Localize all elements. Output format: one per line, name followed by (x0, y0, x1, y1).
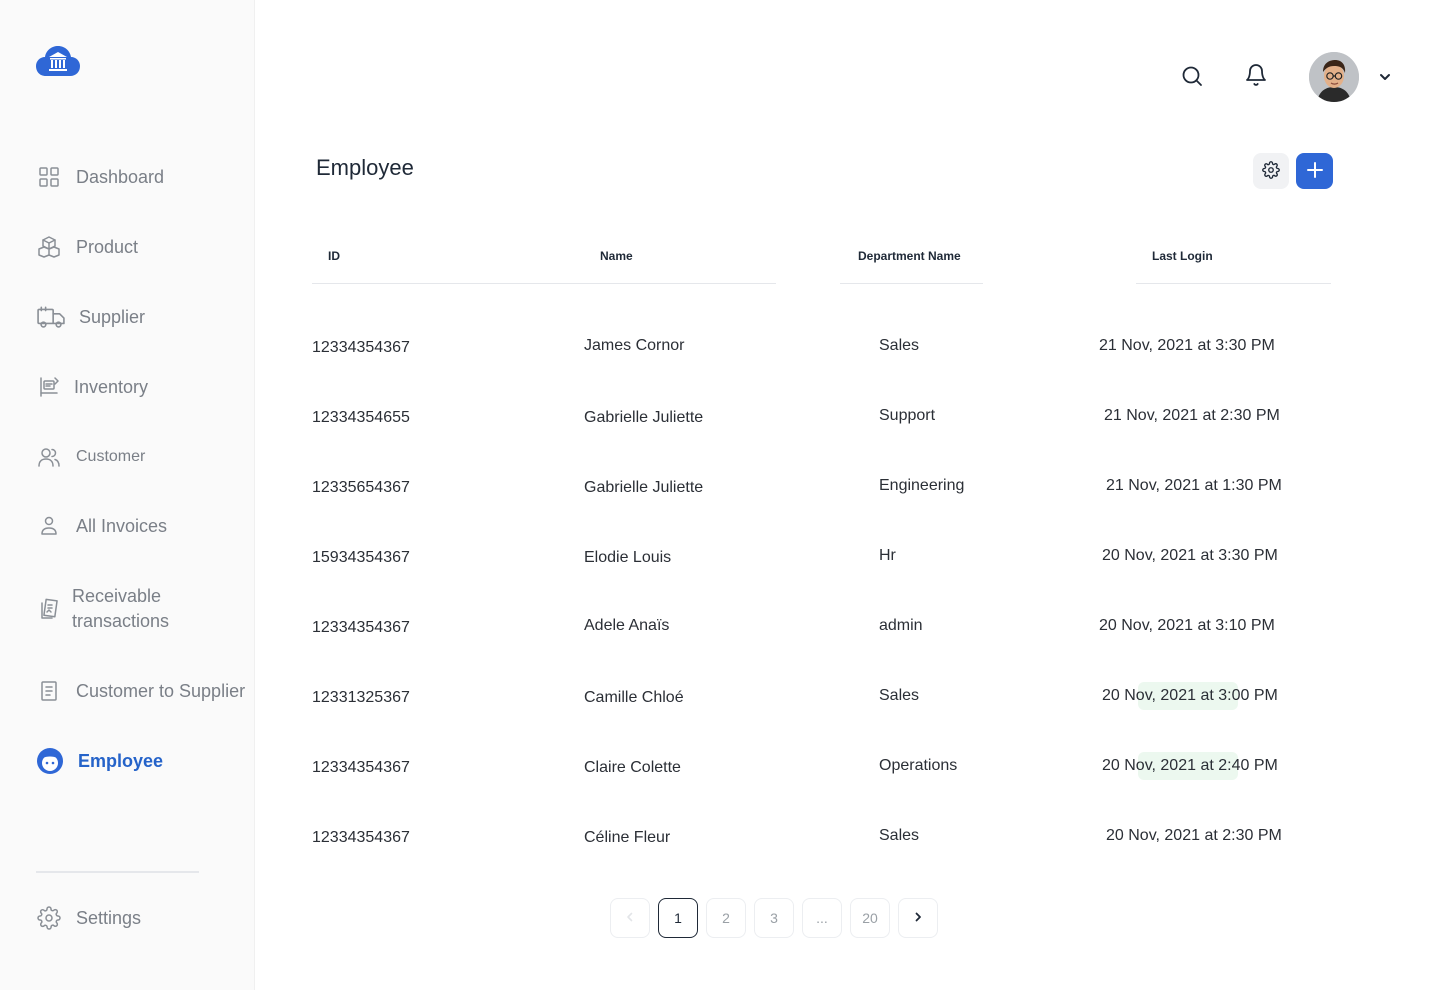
chevron-left-icon (624, 910, 636, 926)
pagination-page-1[interactable]: 1 (658, 898, 698, 938)
search-icon[interactable] (1180, 64, 1206, 90)
inventory-icon (36, 374, 62, 400)
table-settings-button[interactable] (1253, 153, 1289, 189)
sidebar-item-inventory[interactable]: Inventory (36, 374, 148, 400)
cell-department: Engineering (879, 477, 965, 494)
cell-id: 15934354367 (312, 549, 410, 566)
sidebar: Dashboard Product Supplier Inventory Cus… (0, 0, 255, 990)
sidebar-item-employee[interactable]: Employee (36, 748, 163, 774)
cell-last-login: 20 Nov, 2021 at 2:30 PM (1106, 827, 1282, 844)
cell-name: Camille Chloé (584, 689, 684, 706)
cell-id: 12335654367 (312, 479, 410, 496)
sidebar-item-label: Settings (76, 907, 142, 928)
sidebar-item-label: Product (76, 236, 139, 257)
cell-name: Elodie Louis (584, 549, 672, 566)
bank-cloud-logo[interactable] (36, 44, 80, 80)
sidebar-item-supplier[interactable]: Supplier (36, 304, 145, 330)
pagination-ellipsis: ... (802, 898, 842, 938)
sidebar-item-receivable-transactions[interactable]: Receivable transactions (36, 584, 169, 634)
cell-last-login: 20 Nov, 2021 at 3:10 PM (1099, 617, 1275, 634)
sidebar-item-label: Inventory (74, 376, 149, 397)
cell-name: Gabrielle Juliette (584, 479, 704, 496)
cell-name: Céline Fleur (584, 829, 671, 846)
cell-department: Hr (879, 547, 896, 564)
sidebar-item-customer[interactable]: Customer (36, 444, 145, 470)
cell-id: 12331325367 (312, 689, 410, 706)
sidebar-item-label: Customer (76, 448, 146, 465)
pagination-page-3[interactable]: 3 (754, 898, 794, 938)
cell-department: admin (879, 617, 923, 634)
cell-last-login: 20 Nov, 2021 at 3:30 PM (1102, 547, 1278, 564)
receipt-icon (36, 596, 62, 622)
cell-name: Gabrielle Juliette (584, 409, 704, 426)
document-icon (36, 678, 62, 704)
sidebar-divider (36, 871, 199, 873)
cell-department: Sales (879, 687, 920, 704)
sidebar-item-customer-to-supplier[interactable]: Customer to Supplier (36, 678, 245, 704)
sidebar-item-label-line1: Receivable (72, 586, 162, 606)
sidebar-item-label-line2: transactions (72, 611, 170, 631)
column-header-department[interactable]: Department Name (858, 249, 961, 263)
cell-name: James Cornor (584, 337, 685, 354)
plus-icon (1306, 161, 1324, 182)
users-icon (36, 444, 62, 470)
page-title: Employee (316, 155, 414, 180)
boxes-icon (36, 234, 62, 260)
chevron-down-icon[interactable] (1378, 70, 1392, 84)
pagination-next-button[interactable] (898, 898, 938, 938)
header-divider (312, 283, 776, 284)
sidebar-item-label: Supplier (79, 306, 146, 327)
bell-icon[interactable] (1244, 63, 1270, 89)
cell-last-login: 21 Nov, 2021 at 3:30 PM (1099, 337, 1275, 354)
cell-id: 12334354367 (312, 619, 410, 636)
sidebar-item-label: Dashboard (76, 166, 165, 187)
sidebar-item-label: Customer to Supplier (76, 680, 246, 701)
cell-id: 12334354655 (312, 409, 410, 426)
cell-last-login: 20 Nov, 2021 at 2:40 PM (1102, 757, 1278, 774)
chevron-right-icon (912, 910, 924, 926)
gear-icon (1262, 160, 1280, 182)
user-icon (36, 513, 62, 539)
cell-last-login: 20 Nov, 2021 at 3:00 PM (1102, 687, 1278, 704)
cell-department: Sales (879, 827, 920, 844)
sidebar-item-dashboard[interactable]: Dashboard (36, 164, 164, 190)
pagination-page-20[interactable]: 20 (850, 898, 890, 938)
cell-name: Adele Anaïs (584, 617, 670, 634)
cell-id: 12334354367 (312, 339, 410, 356)
pagination-prev-button[interactable] (610, 898, 650, 938)
cell-last-login: 21 Nov, 2021 at 2:30 PM (1104, 407, 1280, 424)
gear-icon (36, 905, 62, 931)
header-divider (840, 283, 983, 284)
sidebar-item-label: All Invoices (76, 515, 168, 536)
cell-last-login: 21 Nov, 2021 at 1:30 PM (1106, 477, 1282, 494)
avatar[interactable] (1309, 52, 1359, 102)
column-header-id[interactable]: ID (328, 249, 340, 263)
cell-department: Support (879, 407, 936, 424)
column-header-name[interactable]: Name (600, 249, 633, 263)
sidebar-item-settings[interactable]: Settings (36, 905, 141, 931)
pagination-page-2[interactable]: 2 (706, 898, 746, 938)
employee-icon (36, 748, 64, 774)
truck-icon (36, 304, 65, 330)
cell-id: 12334354367 (312, 759, 410, 776)
add-employee-button[interactable] (1296, 153, 1333, 189)
cell-name: Claire Colette (584, 759, 681, 776)
grid-icon (36, 164, 62, 190)
cell-department: Operations (879, 757, 958, 774)
cell-id: 12334354367 (312, 829, 410, 846)
sidebar-item-product[interactable]: Product (36, 234, 138, 260)
cell-department: Sales (879, 337, 920, 354)
sidebar-item-all-invoices[interactable]: All Invoices (36, 513, 167, 539)
header-divider (1136, 283, 1331, 284)
column-header-last-login[interactable]: Last Login (1152, 249, 1213, 263)
sidebar-item-label: Employee (78, 750, 164, 771)
